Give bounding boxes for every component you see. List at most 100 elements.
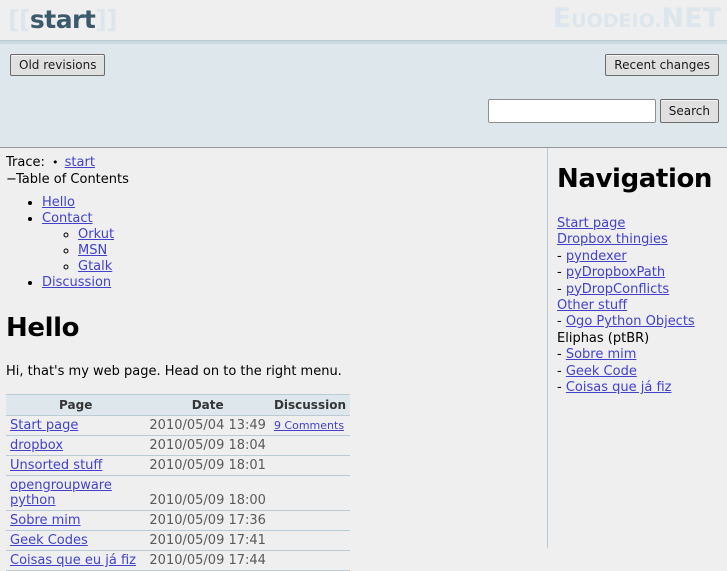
- nav-dash-marker: -: [557, 363, 566, 379]
- nav-dash-marker: -: [557, 248, 566, 264]
- nav-link-pydropconflicts[interactable]: pyDropConflicts: [566, 282, 669, 297]
- column-header-discussion: Discussion: [269, 394, 350, 416]
- table-row: Geek Codes 2010/05/09 17:41: [6, 530, 350, 551]
- cell-date: 2010/05/09 18:00: [145, 475, 270, 511]
- list-item[interactable]: Discussion: [42, 275, 537, 291]
- page-title: [[start]]: [8, 5, 118, 35]
- nav-link-dropbox-thingies[interactable]: Dropbox thingies: [557, 232, 668, 247]
- cell-date: 2010/05/09 17:41: [145, 530, 270, 551]
- search-input[interactable]: [487, 99, 656, 123]
- breadcrumb-label: Trace:: [6, 155, 45, 170]
- breadcrumb: Trace: • start: [6, 155, 537, 171]
- list-item[interactable]: Orkut: [78, 227, 537, 243]
- cell-page: Geek Codes: [6, 530, 146, 551]
- site-logo[interactable]: EUODEIO.NET: [553, 4, 721, 39]
- toc-header[interactable]: −Table of Contents: [6, 171, 537, 188]
- site-logo-part-3: NET: [661, 3, 721, 34]
- content-column: Trace: • start −Table of Contents Hello …: [0, 148, 547, 571]
- list-item[interactable]: Contact Orkut MSN Gtalk: [42, 211, 537, 275]
- nav-label-eliphas-ptbr: Eliphas (ptBR): [557, 330, 650, 346]
- nav-link-start-page[interactable]: Start page: [557, 216, 625, 231]
- site-logo-part-1: UODEIO: [571, 10, 655, 32]
- nav-link-pyndexer[interactable]: pyndexer: [566, 249, 627, 264]
- list-item[interactable]: Gtalk: [78, 259, 537, 275]
- list-item[interactable]: MSN: [78, 243, 537, 259]
- title-text: start: [29, 5, 96, 34]
- page-link[interactable]: Geek Codes: [10, 533, 88, 548]
- intro-paragraph: Hi, that's my web page. Head on to the r…: [6, 364, 342, 379]
- nav-link-coisas-que-j-fiz[interactable]: Coisas que já fiz: [566, 380, 672, 395]
- column-header-page: Page: [6, 394, 146, 416]
- page-link[interactable]: Sobre mim: [10, 513, 81, 528]
- table-row: Start page 2010/05/04 13:49 9 Comments: [6, 415, 350, 436]
- old-revisions-button[interactable]: Old revisions: [10, 54, 106, 76]
- nav-row: - pyDropboxPath: [557, 265, 721, 281]
- toc-collapse-icon[interactable]: −: [6, 171, 17, 188]
- table-row: Coisas que eu já fiz 2010/05/09 17:44: [6, 550, 350, 571]
- title-bracket-open: [[: [8, 5, 30, 34]
- cell-page: Unsorted stuff: [6, 455, 146, 476]
- cell-date: 2010/05/09 17:44: [145, 550, 270, 571]
- cell-discussion: [269, 550, 350, 571]
- search-button[interactable]: Search: [659, 99, 719, 123]
- discussion-link[interactable]: 9 Comments: [274, 419, 344, 432]
- navigation-links: Start page Dropbox thingies - pyndexer - py…: [557, 216, 721, 396]
- nav-dash-marker: -: [557, 314, 566, 330]
- nav-link-sobre-mim[interactable]: Sobre mim: [566, 347, 637, 362]
- site-logo-part-0: E: [552, 3, 572, 34]
- toc-item-hello[interactable]: Hello: [42, 195, 75, 210]
- toolbar: Old revisions Recent changes Search: [0, 44, 727, 148]
- toc-item-orkut[interactable]: Orkut: [78, 227, 114, 242]
- nav-link-other-stuff[interactable]: Other stuff: [557, 298, 627, 313]
- toc-item-gtalk[interactable]: Gtalk: [78, 259, 112, 274]
- site-logo-part-2: .: [654, 10, 662, 32]
- cell-discussion: [269, 510, 350, 531]
- nav-row: - pyDropConflicts: [557, 282, 721, 298]
- table-row: opengroupware python 2010/05/09 18:00: [6, 475, 350, 511]
- page-link[interactable]: Coisas que eu já fiz: [10, 553, 136, 568]
- cell-page: opengroupware python: [6, 475, 146, 511]
- cell-discussion: [269, 435, 350, 456]
- cell-discussion: [269, 455, 350, 476]
- pages-table-body: Start page 2010/05/04 13:49 9 Comments drop…: [6, 415, 350, 571]
- nav-row: - Sobre mim: [557, 347, 721, 363]
- page-wrapper: [[start]] EUODEIO.NET Old revisions Rece…: [0, 0, 727, 571]
- page-link[interactable]: dropbox: [10, 438, 63, 453]
- cell-page: Sobre mim: [6, 510, 146, 531]
- nav-link-ogo-python-objects[interactable]: Ogo Python Objects: [566, 314, 695, 329]
- toc-sublist: Orkut MSN Gtalk: [42, 227, 537, 275]
- nav-row: Other stuff: [557, 298, 721, 314]
- nav-row: Start page: [557, 216, 721, 232]
- cell-discussion: [269, 530, 350, 551]
- nav-dash-marker: -: [557, 347, 566, 363]
- table-header-row: Page Date Discussion: [6, 394, 350, 416]
- page-link[interactable]: Start page: [10, 418, 78, 433]
- cell-discussion: 9 Comments: [269, 415, 350, 436]
- nav-link-pydropboxpath[interactable]: pyDropboxPath: [566, 265, 665, 280]
- table-row: dropbox 2010/05/09 18:04: [6, 435, 350, 456]
- column-header-date: Date: [145, 394, 270, 416]
- recent-changes-button[interactable]: Recent changes: [605, 54, 719, 76]
- title-bracket-close: ]]: [95, 5, 118, 34]
- nav-row: Dropbox thingies: [557, 232, 721, 248]
- table-row: Sobre mim 2010/05/09 17:36: [6, 510, 350, 531]
- toc-item-contact[interactable]: Contact: [42, 211, 93, 226]
- nav-row: - Ogo Python Objects: [557, 314, 721, 330]
- cell-page: Start page: [6, 415, 146, 436]
- breadcrumb-item-start[interactable]: start: [65, 155, 95, 170]
- search-form: Search: [487, 99, 719, 123]
- cell-date: 2010/05/09 17:36: [145, 510, 270, 531]
- list-item[interactable]: Hello: [42, 195, 537, 211]
- nav-row: - pyndexer: [557, 249, 721, 265]
- toc-item-discussion[interactable]: Discussion: [42, 275, 111, 290]
- nav-dash-marker: -: [557, 281, 566, 297]
- navigation-heading: Navigation: [557, 164, 713, 194]
- page-link[interactable]: opengroupware python: [10, 478, 112, 508]
- navigation-column: Navigation Start page Dropbox thingies - p…: [547, 148, 727, 548]
- nav-row: Eliphas (ptBR): [557, 331, 721, 347]
- page-link[interactable]: Unsorted stuff: [10, 458, 102, 473]
- nav-link-geek-code[interactable]: Geek Code: [566, 364, 637, 379]
- nav-dash-marker: -: [557, 380, 566, 396]
- toc-item-msn[interactable]: MSN: [78, 243, 107, 258]
- toc-list: Hello Contact Orkut MSN Gtalk Discussion: [6, 195, 537, 291]
